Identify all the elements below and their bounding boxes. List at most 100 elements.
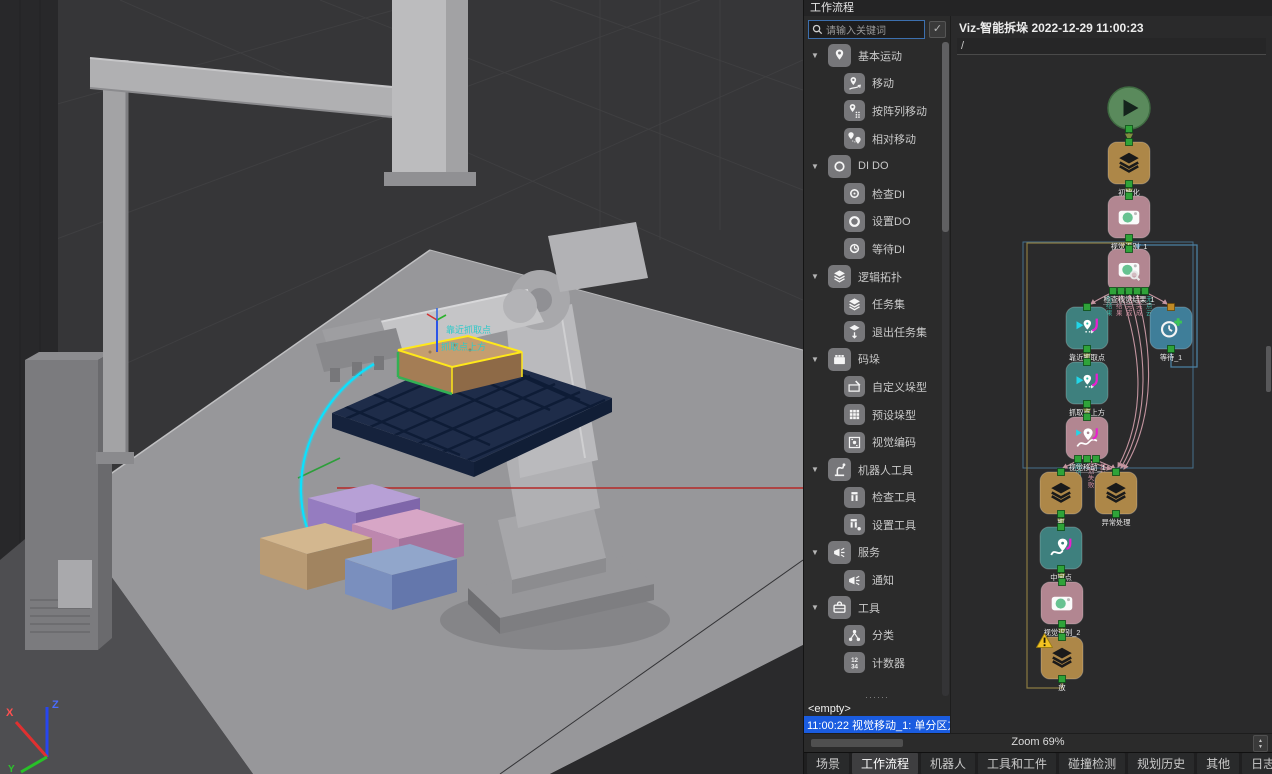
canvas-scrollbar[interactable] — [1266, 346, 1271, 392]
scene-label-above-pick: 抓取点上方 — [441, 341, 486, 352]
tree-item-robot-tool[interactable]: ▼机器人工具 — [804, 456, 942, 484]
flow-node-approach-pick[interactable]: 靠近抓取点 — [1066, 304, 1108, 363]
tree-item-label: 视觉编码 — [872, 434, 916, 450]
collapse-arrow-icon[interactable]: ▼ — [811, 162, 821, 171]
flow-node-init[interactable]: 初始化 — [1108, 139, 1150, 198]
flow-node-check-vision[interactable]: 检查视觉结果_1 — [1103, 246, 1155, 305]
tree-item-service[interactable]: ▼服务 — [804, 539, 942, 567]
tree-item-preset-pattern[interactable]: 预设垛型 — [804, 401, 942, 429]
axis-x-label: X — [6, 707, 14, 719]
tree-item-set-tool[interactable]: 设置工具 — [804, 511, 942, 539]
flow-node-place[interactable]: 放 — [1037, 634, 1083, 693]
cabinet — [25, 352, 112, 650]
tree-item-classify[interactable]: 分类 — [804, 621, 942, 649]
tab-log[interactable]: 日志 — [1242, 753, 1272, 774]
zoom-stepper[interactable]: ▲▼ — [1253, 735, 1268, 752]
tree-item-check-tool[interactable]: 检查工具 — [804, 484, 942, 512]
tab-collision-detection[interactable]: 碰撞检测 — [1059, 753, 1125, 774]
tree-item-label: 预设垛型 — [872, 407, 916, 423]
tree-item-label: 等待DI — [872, 241, 905, 257]
workflow-panel: 工作流程 请输入关键词 ✓ ▼基本运动移动按阵列移动相对移动 ▼ DI DO 检查DI… — [803, 0, 1272, 774]
collapse-arrow-icon[interactable]: ▼ — [811, 465, 821, 474]
tree-item-label: 检查工具 — [872, 489, 916, 505]
search-input[interactable]: 请输入关键词 — [808, 20, 925, 39]
tree-item-custom-pattern[interactable]: 自定义垛型 — [804, 373, 942, 401]
flow-node-vision-move-1[interactable]: 视觉移动_1 — [1061, 414, 1113, 473]
tree-item-task-set[interactable]: 任务集 — [804, 290, 942, 318]
flow-node-vision-2[interactable]: 视觉识别_2 — [1041, 579, 1083, 638]
tree-item-basic-motion[interactable]: ▼基本运动 — [804, 42, 942, 70]
selection-empty-label: <empty> — [804, 702, 950, 716]
collapse-arrow-icon[interactable]: ▼ — [811, 548, 821, 557]
tree-item-move-by-grid[interactable]: 按阵列移动 — [804, 97, 942, 125]
search-placeholder: 请输入关键词 — [826, 22, 886, 37]
tab-tools-workpieces[interactable]: 工具和工件 — [978, 753, 1056, 774]
flow-edge — [1118, 293, 1138, 467]
pin-icon — [828, 44, 851, 67]
flow-node-start[interactable] — [1108, 87, 1150, 133]
scene-label-approach-pick: 靠近抓取点 — [446, 324, 491, 335]
splitter-handle[interactable]: ······ — [804, 695, 950, 702]
tree-item-label: DI DO — [858, 160, 889, 172]
flow-graph[interactable]: 有结果无结果未完成已完成无点云成功规划失败其他初始化视觉识别_1检查视觉结果_1… — [951, 80, 1272, 734]
flow-edge — [1121, 293, 1143, 468]
counter-icon — [844, 652, 865, 673]
3d-viewport[interactable]: 靠近抓取点 抓取点上方 — [0, 0, 803, 774]
tree-item-label: 任务集 — [872, 296, 905, 312]
tree-scrollbar[interactable] — [942, 42, 949, 696]
collapse-arrow-icon[interactable]: ▼ — [811, 272, 821, 281]
robot-icon — [828, 458, 851, 481]
tree-item-exit-task-set[interactable]: 退出任务集 — [804, 318, 942, 346]
axis-y-label: Y — [8, 764, 15, 774]
project-title: Viz-智能拆垛 2022-12-29 11:00:23 — [959, 19, 1144, 36]
flow-node-wait-1[interactable]: 等待_1 — [1150, 304, 1192, 363]
ring-di-icon — [844, 183, 865, 204]
flow-node-above-pick[interactable]: 抓取点上方 — [1066, 359, 1108, 418]
tree-item-relative-move[interactable]: 相对移动 — [804, 125, 942, 153]
node-label: 视觉移动_1 — [1069, 463, 1106, 472]
tab-scene[interactable]: 场景 — [807, 753, 849, 774]
tree-item-tools[interactable]: ▼工具 — [804, 594, 942, 622]
flow-node-mid-point[interactable]: 中间点 — [1040, 524, 1082, 583]
flow-node-grasp[interactable]: 抓 — [1040, 469, 1082, 528]
tree-item-counter[interactable]: 计数器 — [804, 649, 942, 677]
tree-item-set-do[interactable]: 设置DO — [804, 208, 942, 236]
tree-item-logic-topology[interactable]: ▼逻辑拓扑 — [804, 263, 942, 291]
tree-item-label: 移动 — [872, 75, 894, 91]
collapse-arrow-icon[interactable]: ▼ — [811, 51, 821, 60]
tree-item-label: 检查DI — [872, 186, 905, 202]
tab-plan-history[interactable]: 规划历史 — [1128, 753, 1194, 774]
tab-other[interactable]: 其他 — [1197, 753, 1239, 774]
tree-item-label: 码垛 — [858, 351, 880, 367]
tree-item-label: 设置DO — [872, 213, 911, 229]
stepper-down-icon[interactable]: ▼ — [1258, 744, 1263, 750]
search-filter-checkbox[interactable]: ✓ — [929, 21, 946, 38]
tree-item-label: 退出任务集 — [872, 324, 927, 340]
tab-robot[interactable]: 机器人 — [921, 753, 975, 774]
breadcrumb[interactable]: / — [957, 38, 1266, 55]
tree-item-move[interactable]: 移动 — [804, 70, 942, 98]
horn-icon — [844, 570, 865, 591]
tree-item-label: 通知 — [872, 572, 894, 588]
axis-z-label: Z — [52, 699, 59, 711]
pin-move-icon — [844, 73, 865, 94]
tab-workflow[interactable]: 工作流程 — [852, 753, 918, 774]
zoom-bar: Zoom 69% ▲▼ — [804, 733, 1272, 752]
tree-item-di-do[interactable]: ▼ DI DO — [804, 152, 942, 180]
tree-item-wait-di[interactable]: 等待DI — [804, 235, 942, 263]
flow-node-exception[interactable]: 异常处理 — [1095, 469, 1137, 528]
search-icon — [812, 24, 823, 35]
tree-item-vision-code[interactable]: 视觉编码 — [804, 428, 942, 456]
flow-node-vision-1[interactable]: 视觉识别_1 — [1108, 193, 1150, 252]
collapse-arrow-icon[interactable]: ▼ — [811, 603, 821, 612]
node-label: 异常处理 — [1102, 518, 1131, 527]
toolbox-icon — [828, 596, 851, 619]
tree-item-palletizing[interactable]: ▼ 码垛 — [804, 346, 942, 374]
app-window: 靠近抓取点 抓取点上方 — [0, 0, 1272, 774]
layers-exit-icon — [844, 321, 865, 342]
tree-item-notify[interactable]: 通知 — [804, 566, 942, 594]
execution-log-line[interactable]: 11:00:22 视觉移动_1: 单分区方形 — [804, 716, 950, 734]
tree-item-check-di[interactable]: 检查DI — [804, 180, 942, 208]
node-label: 检查视觉结果_1 — [1103, 295, 1154, 304]
collapse-arrow-icon[interactable]: ▼ — [811, 355, 821, 364]
